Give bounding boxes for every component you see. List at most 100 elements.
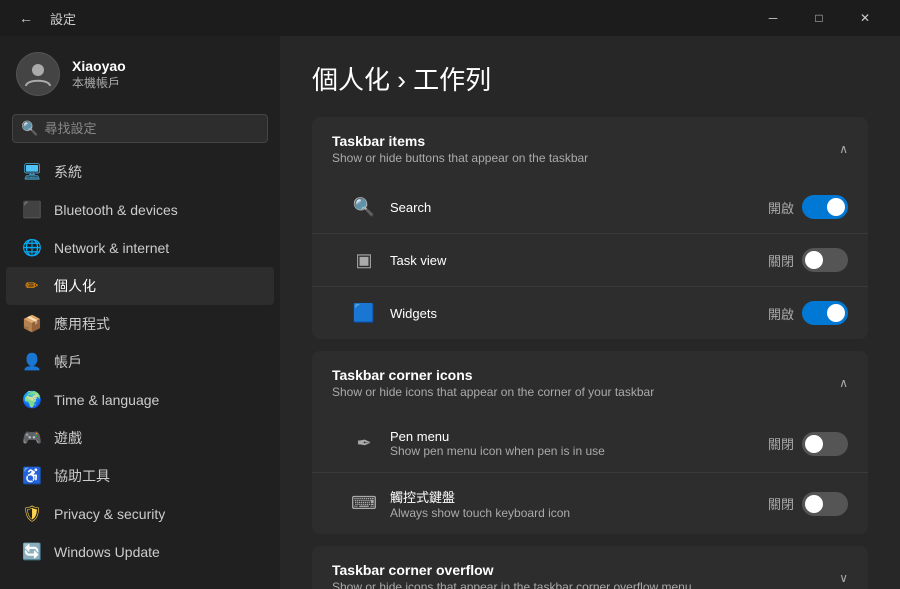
toggle-knob xyxy=(827,198,845,216)
setting-row: ✒ Pen menu Show pen menu icon when pen i… xyxy=(312,415,868,473)
toggle-knob xyxy=(805,251,823,269)
main-layout: Xiaoyao 本機帳戶 🔍 🖥 系統 ⬛ Bluetooth & device… xyxy=(0,36,900,589)
setting-info: Search xyxy=(390,200,754,215)
content-area: 個人化 › 工作列 Taskbar items Show or hide but… xyxy=(280,36,900,589)
toggle-switch[interactable] xyxy=(802,492,848,516)
sidebar-item-gaming[interactable]: 🎮 遊戲 xyxy=(6,419,274,457)
section-header-info: Taskbar corner icons Show or hide icons … xyxy=(332,367,654,399)
nav-label-time: Time & language xyxy=(54,392,159,408)
nav-label-accounts: 帳戶 xyxy=(54,352,82,372)
nav-label-access: 協助工具 xyxy=(54,466,110,486)
nav-icon-accounts: 👤 xyxy=(22,352,42,372)
back-button[interactable]: ← xyxy=(12,4,40,32)
section-taskbar-items: Taskbar items Show or hide buttons that … xyxy=(312,117,868,339)
sidebar-item-privacy[interactable]: 🛡 Privacy & security xyxy=(6,495,274,533)
nav-icon-access: ♿ xyxy=(22,466,42,486)
section-subtitle: Show or hide icons that appear on the co… xyxy=(332,385,654,399)
user-subtitle: 本機帳戶 xyxy=(72,74,126,91)
chevron-icon: ∨ xyxy=(839,571,848,585)
toggle-switch[interactable] xyxy=(802,301,848,325)
nav-label-system: 系統 xyxy=(54,162,82,182)
nav-icon-privacy: 🛡 xyxy=(22,504,42,524)
section-subtitle: Show or hide buttons that appear on the … xyxy=(332,151,588,165)
sidebar-item-system[interactable]: 🖥 系統 xyxy=(6,153,274,191)
nav-label-update: Windows Update xyxy=(54,544,160,560)
section-header-info: Taskbar items Show or hide buttons that … xyxy=(332,133,588,165)
setting-info: Task view xyxy=(390,253,754,268)
section-header-taskbar-items[interactable]: Taskbar items Show or hide buttons that … xyxy=(312,117,868,181)
toggle-knob xyxy=(805,435,823,453)
setting-row: ⌨ 觸控式鍵盤 Always show touch keyboard icon … xyxy=(312,473,868,534)
setting-controls: 關閉 xyxy=(768,492,848,516)
sidebar-item-time[interactable]: 🌍 Time & language xyxy=(6,381,274,419)
nav-icon-gaming: 🎮 xyxy=(22,428,42,448)
toggle-switch[interactable] xyxy=(802,248,848,272)
setting-controls: 開啟 xyxy=(768,195,848,219)
setting-row: 🟦 Widgets 開啟 xyxy=(312,287,868,339)
section-taskbar-corner-overflow: Taskbar corner overflow Show or hide ico… xyxy=(312,546,868,589)
nav-label-gaming: 遊戲 xyxy=(54,428,82,448)
sidebar-item-accounts[interactable]: 👤 帳戶 xyxy=(6,343,274,381)
sidebar-item-personal[interactable]: ✏ 個人化 xyxy=(6,267,274,305)
user-info: Xiaoyao 本機帳戶 xyxy=(72,58,126,91)
setting-title: Task view xyxy=(390,253,754,268)
sidebar-item-network[interactable]: 🌐 Network & internet xyxy=(6,229,274,267)
nav-label-network: Network & internet xyxy=(54,240,169,256)
setting-subtitle: Always show touch keyboard icon xyxy=(390,506,754,520)
setting-title: Search xyxy=(390,200,754,215)
toggle-switch[interactable] xyxy=(802,432,848,456)
setting-subtitle: Show pen menu icon when pen is in use xyxy=(390,444,754,458)
setting-info: Pen menu Show pen menu icon when pen is … xyxy=(390,429,754,458)
nav-label-bluetooth: Bluetooth & devices xyxy=(54,202,178,218)
setting-controls: 開啟 xyxy=(768,301,848,325)
titlebar-controls: ─ □ ✕ xyxy=(750,0,888,36)
setting-row: ▣ Task view 關閉 xyxy=(312,234,868,287)
nav-icon-network: 🌐 xyxy=(22,238,42,258)
nav-icon-personal: ✏ xyxy=(22,276,42,296)
setting-controls: 關閉 xyxy=(768,248,848,272)
toggle-switch[interactable] xyxy=(802,195,848,219)
sidebar: Xiaoyao 本機帳戶 🔍 🖥 系統 ⬛ Bluetooth & device… xyxy=(0,36,280,589)
search-input[interactable] xyxy=(44,121,259,136)
sidebar-item-bluetooth[interactable]: ⬛ Bluetooth & devices xyxy=(6,191,274,229)
page-title: 個人化 › 工作列 xyxy=(312,60,868,97)
setting-title: 觸控式鍵盤 xyxy=(390,487,754,506)
setting-icon: 🔍 xyxy=(352,195,376,219)
chevron-icon: ∧ xyxy=(839,142,848,156)
section-title: Taskbar corner overflow xyxy=(332,562,692,578)
titlebar-left: ← 設定 xyxy=(12,4,76,32)
setting-controls: 關閉 xyxy=(768,432,848,456)
section-title: Taskbar items xyxy=(332,133,588,149)
close-button[interactable]: ✕ xyxy=(842,0,888,36)
nav-label-personal: 個人化 xyxy=(54,276,96,296)
sections-container: Taskbar items Show or hide buttons that … xyxy=(312,117,868,589)
nav-icon-apps: 📦 xyxy=(22,314,42,334)
nav-list: 🖥 系統 ⬛ Bluetooth & devices 🌐 Network & i… xyxy=(0,153,280,571)
nav-icon-system: 🖥 xyxy=(22,162,42,182)
sidebar-item-update[interactable]: 🔄 Windows Update xyxy=(6,533,274,571)
toggle-label: 開啟 xyxy=(768,304,794,323)
toggle-label: 關閉 xyxy=(768,494,794,513)
search-box[interactable]: 🔍 xyxy=(12,114,268,143)
titlebar: ← 設定 ─ □ ✕ xyxy=(0,0,900,36)
minimize-button[interactable]: ─ xyxy=(750,0,796,36)
section-header-taskbar-corner-icons[interactable]: Taskbar corner icons Show or hide icons … xyxy=(312,351,868,415)
toggle-label: 開啟 xyxy=(768,198,794,217)
chevron-icon: ∧ xyxy=(839,376,848,390)
section-header-taskbar-corner-overflow[interactable]: Taskbar corner overflow Show or hide ico… xyxy=(312,546,868,589)
nav-icon-update: 🔄 xyxy=(22,542,42,562)
nav-label-apps: 應用程式 xyxy=(54,314,110,334)
nav-label-privacy: Privacy & security xyxy=(54,506,165,522)
sidebar-item-apps[interactable]: 📦 應用程式 xyxy=(6,305,274,343)
section-taskbar-corner-icons: Taskbar corner icons Show or hide icons … xyxy=(312,351,868,534)
setting-icon: 🟦 xyxy=(352,301,376,325)
user-section: Xiaoyao 本機帳戶 xyxy=(0,36,280,108)
sidebar-item-access[interactable]: ♿ 協助工具 xyxy=(6,457,274,495)
toggle-knob xyxy=(827,304,845,322)
section-subtitle: Show or hide icons that appear in the ta… xyxy=(332,580,692,589)
nav-icon-time: 🌍 xyxy=(22,390,42,410)
setting-info: 觸控式鍵盤 Always show touch keyboard icon xyxy=(390,487,754,520)
setting-info: Widgets xyxy=(390,306,754,321)
maximize-button[interactable]: □ xyxy=(796,0,842,36)
setting-title: Widgets xyxy=(390,306,754,321)
